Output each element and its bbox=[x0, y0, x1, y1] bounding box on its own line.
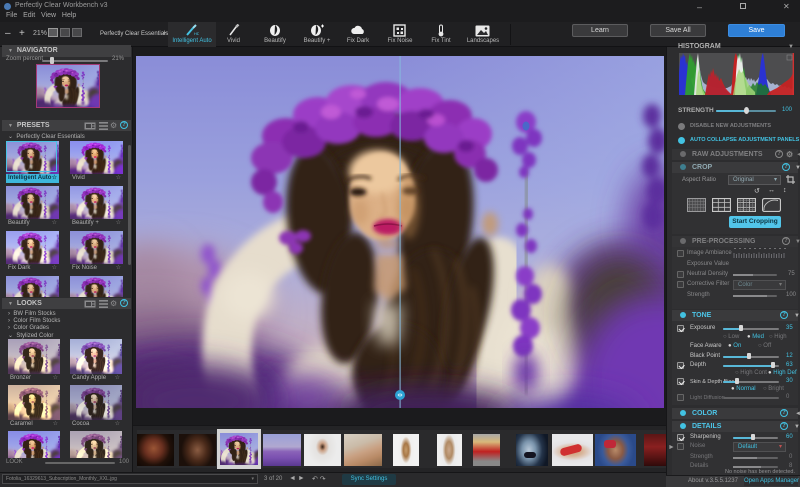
svg-text:HD: HD bbox=[194, 31, 199, 36]
